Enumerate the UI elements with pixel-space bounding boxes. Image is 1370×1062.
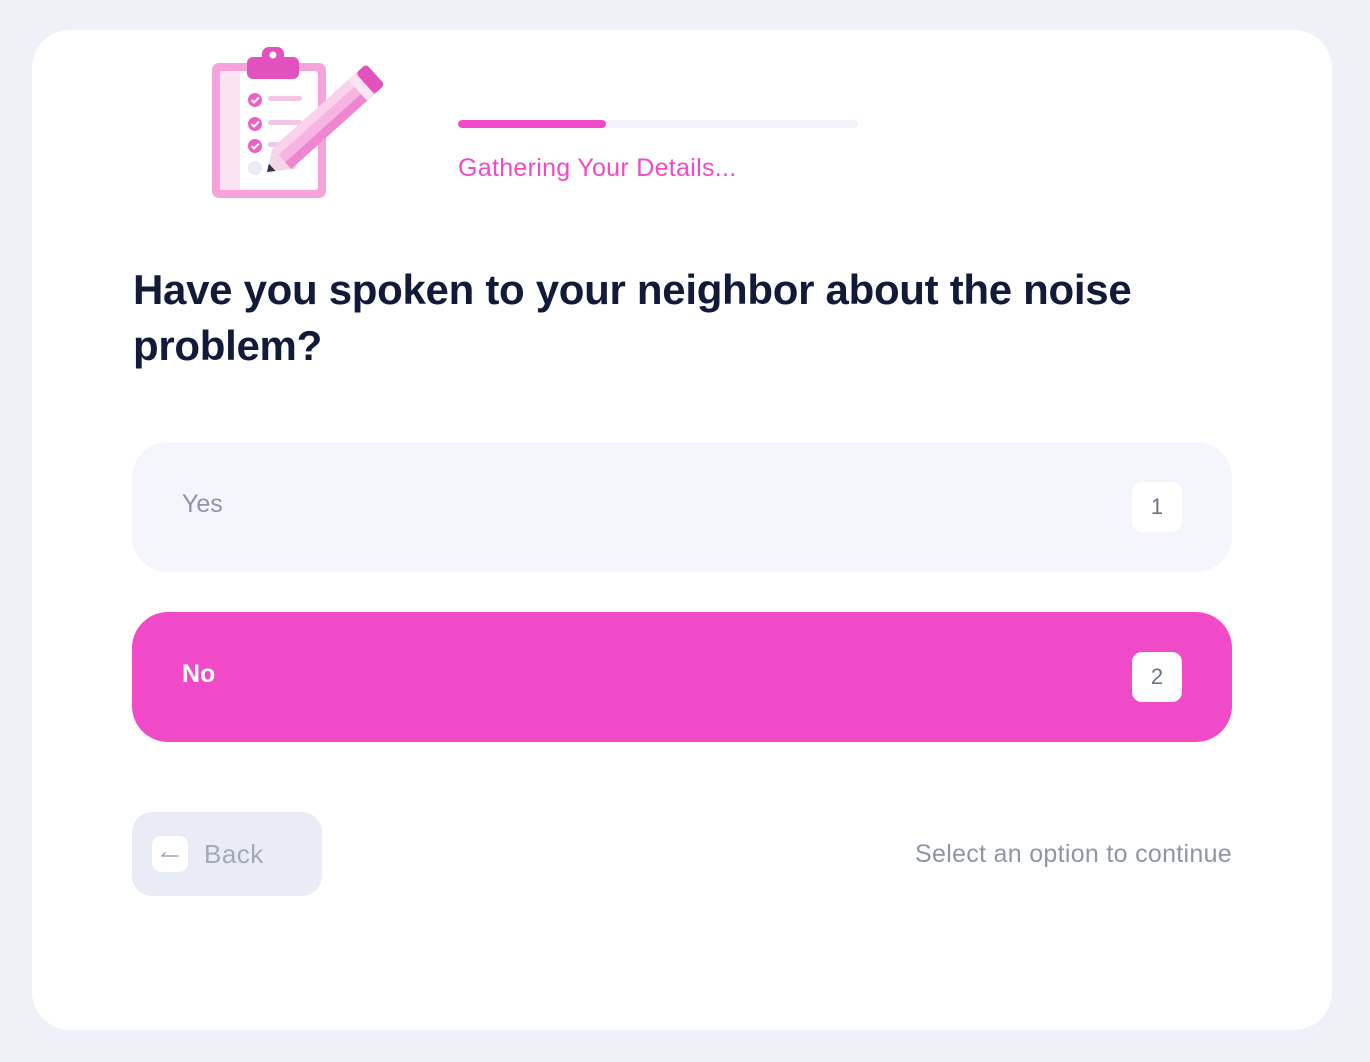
continue-hint: Select an option to continue [915,840,1232,868]
clipboard-pencil-icon [207,40,387,205]
option-no[interactable]: No 2 [132,612,1232,742]
option-shortcut-badge: 2 [1132,652,1182,702]
option-yes[interactable]: Yes 1 [132,442,1232,572]
back-label: Back [204,839,264,869]
option-shortcut-badge: 1 [1132,482,1182,532]
questionnaire-card: Gathering Your Details... Have you spoke… [32,30,1332,1030]
arrow-left-icon [152,836,188,872]
progress-fill [458,120,606,128]
option-label: Yes [182,490,223,518]
progress-label: Gathering Your Details... [458,154,737,182]
progress-bar [458,120,858,128]
back-button[interactable]: Back [132,812,322,896]
option-label: No [182,660,216,688]
question-title: Have you spoken to your neighbor about t… [133,266,1132,369]
